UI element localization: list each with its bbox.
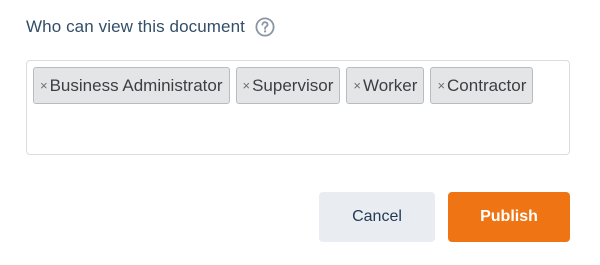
role-tags-input[interactable]: × Business Administrator × Supervisor × … (26, 60, 570, 155)
cancel-button[interactable]: Cancel (319, 192, 435, 242)
tag-supervisor: × Supervisor (235, 67, 341, 104)
publish-button[interactable]: Publish (448, 192, 570, 242)
tag-worker: × Worker (346, 67, 425, 104)
visibility-label-row: Who can view this document (26, 17, 275, 37)
visibility-field-label: Who can view this document (26, 17, 245, 36)
question-circle-icon[interactable] (255, 17, 275, 37)
document-visibility-dialog: Who can view this document × Business Ad… (0, 0, 600, 265)
tag-remove-icon[interactable]: × (243, 79, 251, 92)
tag-label: Contractor (447, 75, 527, 95)
tag-remove-icon[interactable]: × (40, 79, 48, 92)
dialog-actions: Cancel Publish (319, 192, 570, 242)
tag-label: Supervisor (252, 75, 334, 95)
tag-label: Business Administrator (49, 75, 223, 95)
tag-business-administrator: × Business Administrator (33, 67, 230, 104)
tag-remove-icon[interactable]: × (353, 79, 361, 92)
tag-label: Worker (362, 75, 418, 95)
tag-contractor: × Contractor (430, 67, 534, 104)
tag-remove-icon[interactable]: × (437, 79, 445, 92)
